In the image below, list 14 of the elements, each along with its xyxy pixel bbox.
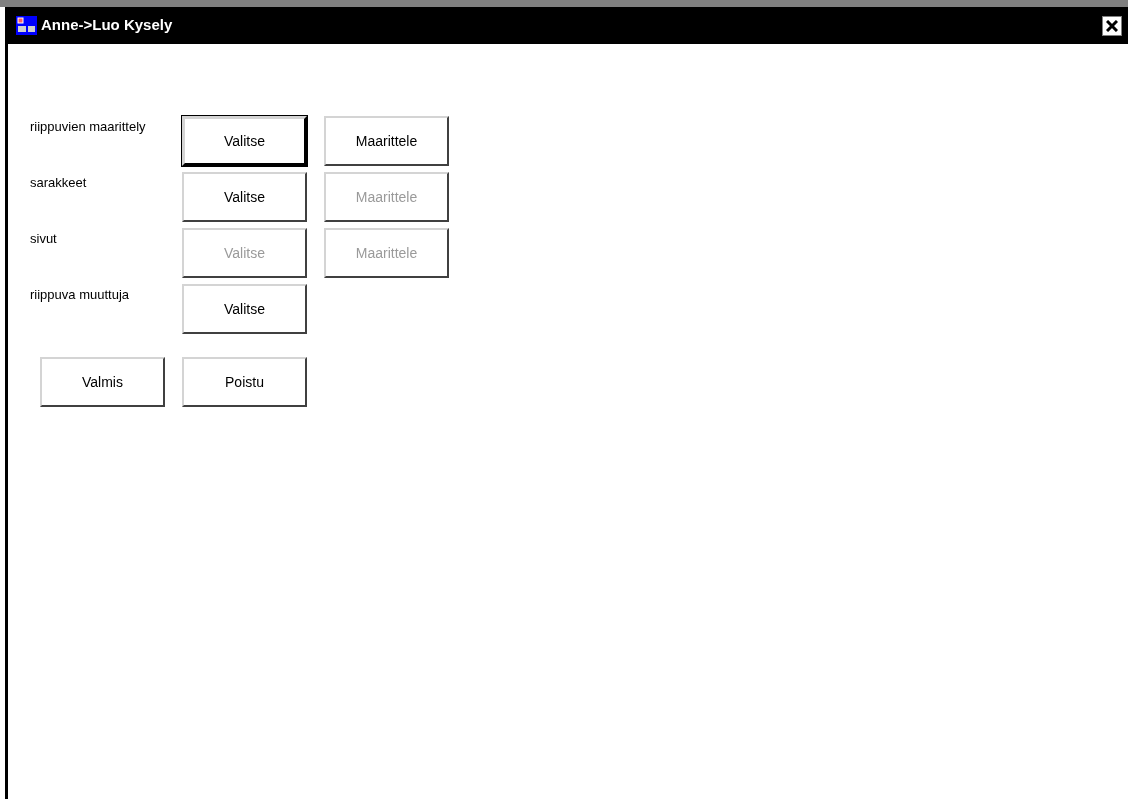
window-title: Anne->Luo Kysely — [41, 15, 174, 36]
button[interactable]: Valitse — [182, 116, 307, 166]
window-icon — [16, 16, 37, 35]
button[interactable]: Valitse — [182, 284, 307, 334]
field-label: sarakkeet — [30, 174, 88, 190]
field-label: sivut — [30, 230, 58, 246]
field-label: riippuva muuttuja — [30, 286, 130, 302]
button[interactable]: Valmis — [40, 357, 165, 407]
button[interactable]: Poistu — [182, 357, 307, 407]
button[interactable]: Valitse — [182, 172, 307, 222]
field-label: riippuvien maarittely — [30, 118, 147, 134]
button[interactable]: Maarittele — [324, 116, 449, 166]
close-button[interactable] — [1102, 15, 1122, 36]
close-icon — [1106, 19, 1118, 32]
